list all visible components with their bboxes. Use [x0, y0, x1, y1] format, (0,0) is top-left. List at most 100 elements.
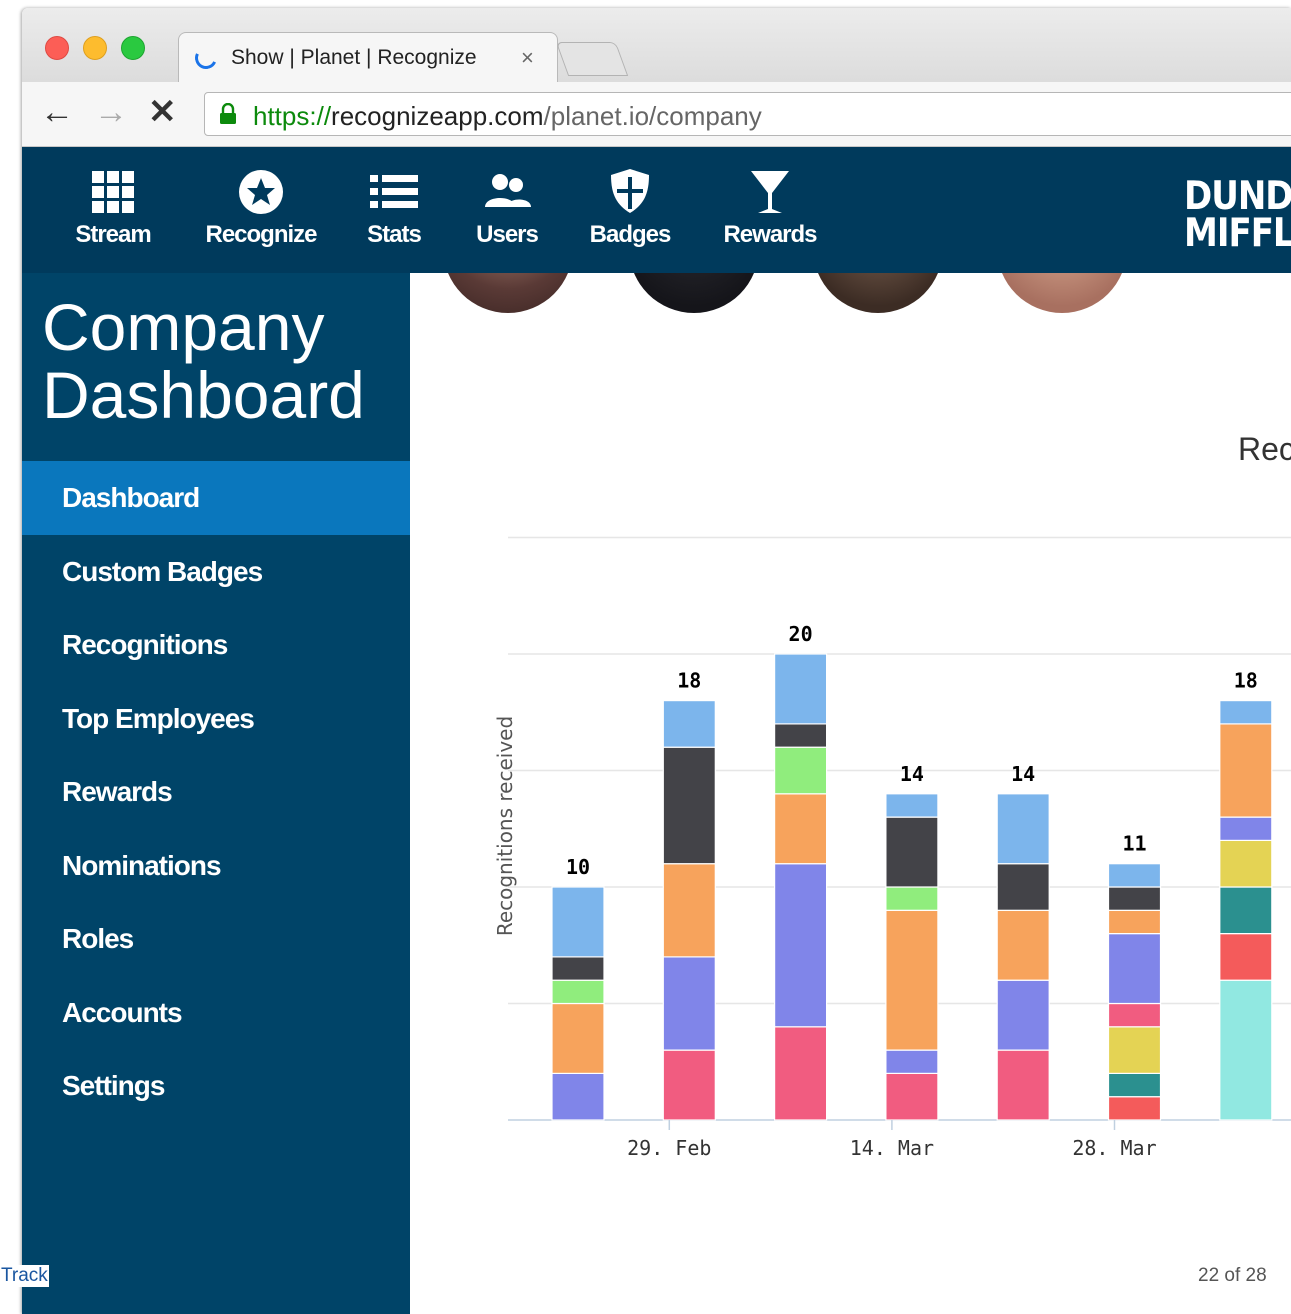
bar-segment: [551, 956, 605, 981]
list-icon: [370, 175, 418, 208]
window-minimize-button[interactable]: [83, 36, 107, 60]
nav-label: Rewards: [723, 221, 817, 248]
page-title: Company Dashboard: [42, 293, 365, 429]
bar-segment: [996, 909, 1050, 981]
bar-segment: [551, 979, 605, 1005]
bar-segment: [1219, 700, 1273, 725]
bar-segment: [662, 1049, 716, 1121]
stop-icon[interactable]: ✕: [148, 92, 177, 132]
url-text: https://recognizeapp.com/planet.io/compa…: [253, 101, 762, 132]
nav-label: Users: [476, 221, 539, 248]
nav-stats[interactable]: Stats: [364, 165, 424, 249]
track-link[interactable]: Track: [0, 1265, 49, 1287]
lock-icon: [220, 103, 236, 124]
nav-badges[interactable]: Badges: [588, 165, 672, 249]
bar-segment: [1107, 863, 1162, 888]
bar-segment: [885, 816, 939, 888]
window-maximize-button[interactable]: [121, 36, 145, 60]
company-logo: DUNDI MIFFL: [1184, 173, 1291, 257]
bar-total-label: 14: [900, 762, 924, 786]
grid-icon: [92, 171, 134, 213]
bar-segment: [1219, 816, 1273, 841]
page-title-line2: Dashboard: [42, 358, 365, 432]
bar-segment: [662, 700, 716, 748]
bar-segment: [996, 1049, 1050, 1121]
bar-segment: [774, 723, 828, 748]
bar-segment: [885, 793, 939, 818]
bar-segment: [996, 793, 1050, 865]
bar-segment: [1219, 886, 1273, 935]
users-icon: [485, 174, 531, 207]
bar-segment: [551, 886, 605, 958]
nav-rewards[interactable]: Rewards: [722, 165, 818, 249]
back-arrow-icon[interactable]: ←: [40, 92, 74, 132]
bar-segment: [774, 653, 828, 725]
bar-segment: [551, 1072, 605, 1121]
bar-total-label: 14: [1011, 762, 1035, 786]
bar-segment: [885, 886, 939, 911]
bar-segment: [1219, 979, 1273, 1121]
loading-spinner-icon: [191, 43, 221, 73]
sidebar-item-dashboard[interactable]: Dashboard: [22, 461, 410, 535]
address-bar[interactable]: https://recognizeapp.com/planet.io/compa…: [204, 92, 1291, 136]
bar-segment: [774, 746, 828, 795]
bar-segment: [774, 863, 828, 1028]
x-tick-label: 29. Feb: [627, 1136, 711, 1160]
bar-segment: [662, 746, 716, 865]
forward-arrow-icon[interactable]: →: [94, 92, 128, 132]
bar-segment: [885, 1049, 939, 1074]
bar-segment: [774, 793, 828, 865]
bar-total-label: 18: [1234, 669, 1258, 693]
bar-segment: [1107, 1002, 1162, 1028]
nav-users[interactable]: Users: [472, 165, 542, 249]
bar-segment: [1107, 1072, 1162, 1098]
sidebar-item-accounts[interactable]: Accounts: [22, 976, 410, 1050]
bar-segment: [1107, 1096, 1162, 1121]
bar-segment: [662, 956, 716, 1051]
bar-segment: [774, 1026, 828, 1121]
browser-window: Show | Planet | Recognize × ← → ✕ https:…: [22, 8, 1291, 1314]
bar-segment: [1107, 932, 1162, 1005]
bar-segment: [1219, 839, 1273, 888]
nav-label: Stats: [367, 221, 422, 248]
url-scheme: https://: [253, 101, 332, 131]
tab-title: Show | Planet | Recognize: [231, 46, 477, 69]
bar-segment: [662, 863, 716, 958]
x-tick-label: 28. Mar: [1072, 1136, 1156, 1160]
browser-tab[interactable]: Show | Planet | Recognize ×: [178, 32, 558, 84]
bar-total-label: 18: [677, 669, 701, 693]
bar-total-label: 10: [566, 855, 590, 879]
y-axis-label: Recognitions received: [493, 716, 517, 936]
bar-segment: [1107, 886, 1162, 911]
url-host: recognizeapp.com: [331, 101, 544, 131]
sidebar-item-settings[interactable]: Settings: [22, 1049, 410, 1123]
sidebar-item-recognitions[interactable]: Recognitions: [22, 608, 410, 682]
page-count: 22 of 28: [1198, 1265, 1267, 1286]
nav-label: Recognize: [205, 221, 317, 248]
sidebar: Company Dashboard Dashboard Custom Badge…: [22, 273, 410, 1314]
bar-segment: [1107, 1026, 1162, 1074]
bar-segment: [1219, 723, 1273, 818]
nav-label: Stream: [75, 221, 151, 248]
stacked-bar-chart: 10 18 20 14 14 11 18 29. Feb 14. Mar 28. Mar Recog…: [493, 536, 1291, 1160]
bar-total-label: 11: [1122, 832, 1146, 856]
page-title-line1: Company: [42, 290, 325, 364]
window-close-button[interactable]: [45, 36, 69, 60]
sidebar-item-roles[interactable]: Roles: [22, 902, 410, 976]
tab-close-icon[interactable]: ×: [521, 45, 534, 71]
bar-segment: [1219, 932, 1273, 981]
bar-segment: [1107, 909, 1162, 935]
sidebar-item-nominations[interactable]: Nominations: [22, 829, 410, 903]
sidebar-item-top-employees[interactable]: Top Employees: [22, 682, 410, 756]
browser-toolbar: ← → ✕ https://recognizeapp.com/planet.io…: [22, 82, 1291, 147]
star-circle-icon: [239, 170, 283, 214]
nav-label: Badges: [589, 221, 672, 248]
nav-recognize[interactable]: Recognize: [202, 165, 320, 249]
sidebar-item-rewards[interactable]: Rewards: [22, 755, 410, 829]
bar-segment: [885, 909, 939, 1051]
tab-strip: Show | Planet | Recognize ×: [22, 8, 1291, 84]
nav-stream[interactable]: Stream: [72, 165, 154, 249]
new-tab-button[interactable]: [555, 42, 629, 76]
bar-segment: [885, 1072, 939, 1121]
sidebar-item-custom-badges[interactable]: Custom Badges: [22, 535, 410, 609]
